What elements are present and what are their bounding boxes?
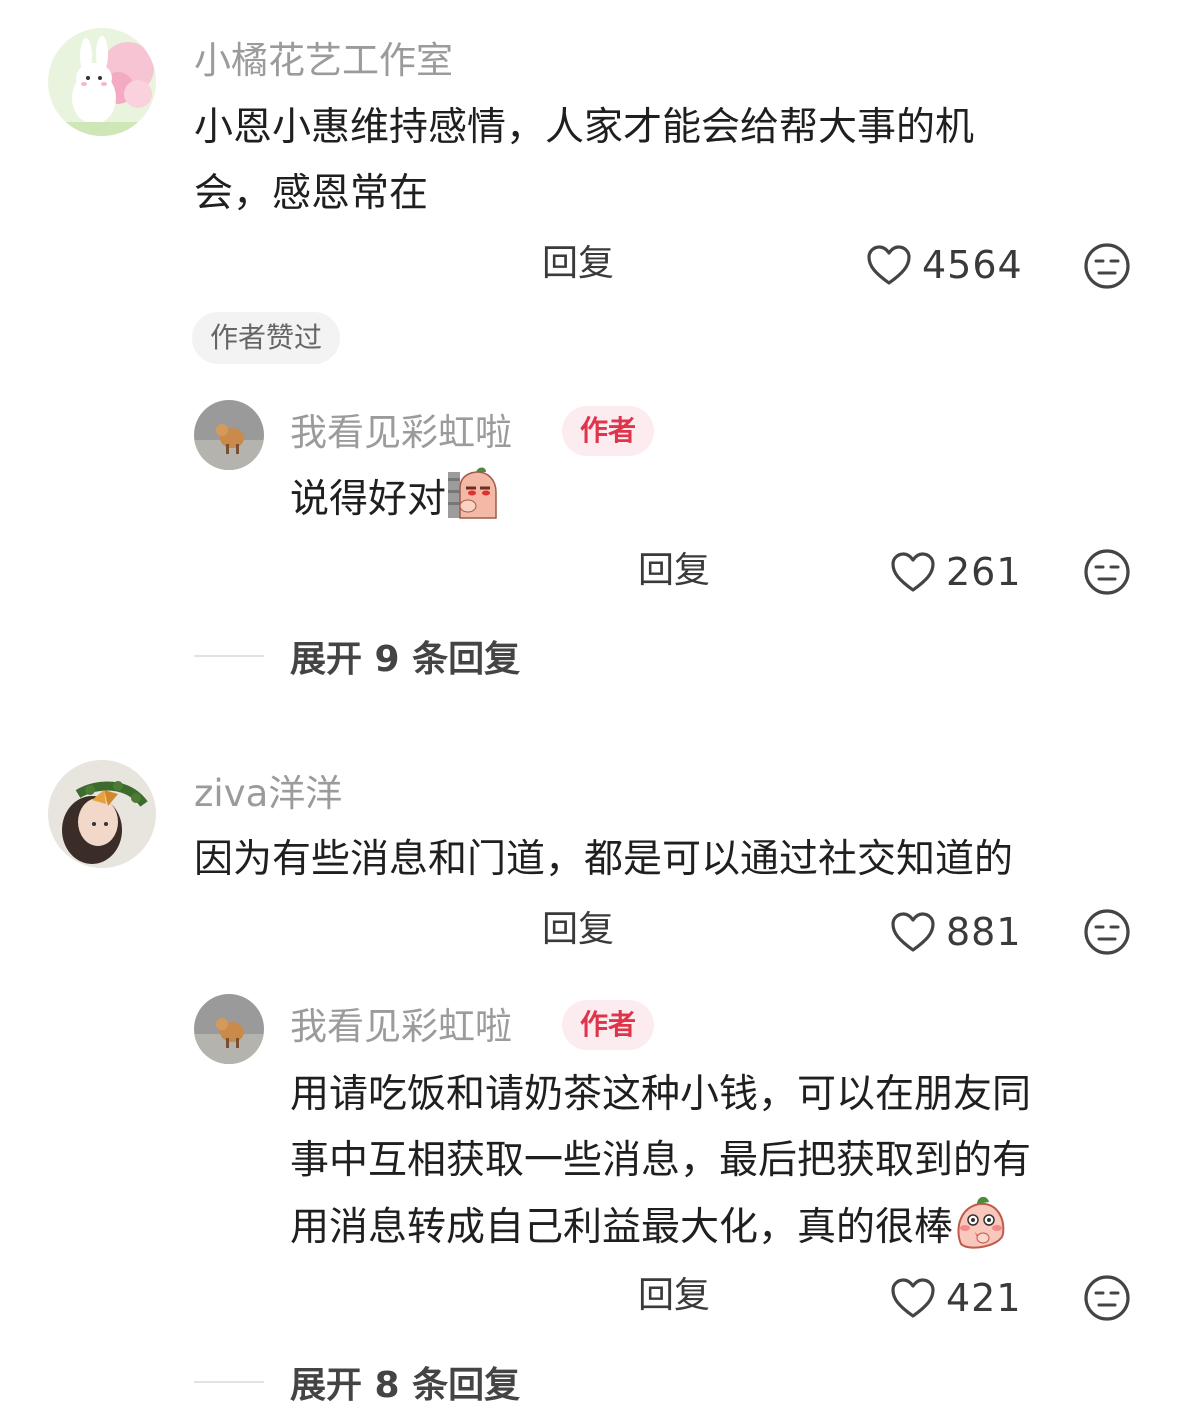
like-count: 881 — [946, 910, 1022, 954]
blushing-emoji — [953, 1194, 1007, 1250]
like-count: 4564 — [922, 243, 1023, 287]
bunny-flower-avatar-icon — [48, 28, 156, 136]
expand-replies[interactable]: 展开 8 条回复 — [194, 1356, 520, 1408]
peeking-emoji — [446, 466, 500, 522]
heart-outline-icon — [867, 245, 911, 285]
comment-username[interactable]: 小橘花艺工作室 — [194, 42, 453, 79]
girl-flower-crown-avatar-icon — [48, 760, 156, 868]
reply-button[interactable]: 回复 — [542, 912, 614, 948]
avatar-author[interactable] — [194, 994, 264, 1064]
reply-text-line: 事中互相获取一些消息，最后把获取到的有 — [290, 1138, 1032, 1183]
unamused-face-icon — [1084, 1275, 1130, 1321]
dislike-button[interactable] — [1083, 242, 1131, 290]
expand-replies[interactable]: 展开 9 条回复 — [194, 630, 520, 682]
comment-text-line: 因为有些消息和门道，都是可以通过社交知道的 — [194, 837, 1014, 882]
avatar-ziva[interactable] — [48, 760, 156, 868]
reply-text-line: 用消息转成自己利益最大化，真的很棒 — [290, 1205, 954, 1250]
dislike-button[interactable] — [1083, 548, 1131, 596]
reply-text-line: 用请吃饭和请奶茶这种小钱，可以在朋友同 — [290, 1072, 1032, 1117]
like-button[interactable]: 4564 — [866, 240, 1023, 290]
expand-replies-label: 展开 9 条回复 — [290, 639, 521, 680]
cat-photo-avatar-icon — [194, 994, 264, 1064]
like-button[interactable]: 881 — [890, 907, 1022, 957]
expand-divider — [194, 655, 264, 657]
comment-username[interactable]: ziva洋洋 — [194, 775, 342, 812]
comment-text-line: 小恩小惠维持感情，人家才能会给帮大事的机 — [194, 105, 975, 150]
comment-text: 因为有些消息和门道，都是可以通过社交知道的 — [194, 827, 1013, 893]
reply-text-content: 说得好对 — [290, 477, 447, 522]
reply-text-line-last: 用消息转成自己利益最大化，真的很棒 — [290, 1194, 1031, 1261]
expand-divider — [194, 1381, 264, 1383]
reply-text: 用请吃饭和请奶茶这种小钱，可以在朋友同 事中互相获取一些消息，最后把获取到的有 … — [290, 1062, 1031, 1261]
heart-outline-icon — [891, 1278, 935, 1318]
unamused-face-icon — [1084, 909, 1130, 955]
reply-button[interactable]: 回复 — [638, 553, 710, 589]
cat-photo-avatar-icon — [194, 400, 264, 470]
like-button[interactable]: 261 — [890, 547, 1022, 597]
avatar-author[interactable] — [194, 400, 264, 470]
author-badge: 作者 — [562, 406, 655, 456]
comment-2: ziva洋洋 因为有些消息和门道，都是可以通过社交知道的 回复 881 我看见彩… — [0, 720, 1178, 1423]
reply-button[interactable]: 回复 — [542, 246, 614, 282]
comment-text: 小恩小惠维持感情，人家才能会给帮大事的机 会，感恩常在 — [194, 95, 974, 227]
dislike-button[interactable] — [1083, 908, 1131, 956]
comment-text-line: 会，感恩常在 — [194, 171, 429, 216]
like-count: 421 — [946, 1276, 1022, 1320]
heart-outline-icon — [891, 912, 935, 952]
reply-username[interactable]: 我看见彩虹啦 — [290, 414, 512, 451]
unamused-face-icon — [1084, 549, 1130, 595]
author-badge: 作者 — [562, 1000, 655, 1050]
unamused-face-icon — [1084, 243, 1130, 289]
reply-username[interactable]: 我看见彩虹啦 — [290, 1008, 512, 1045]
dislike-button[interactable] — [1083, 1274, 1131, 1322]
comment-1: 小橘花艺工作室 小恩小惠维持感情，人家才能会给帮大事的机 会，感恩常在 回复 4… — [0, 0, 1178, 690]
reply-button[interactable]: 回复 — [638, 1278, 710, 1314]
like-button[interactable]: 421 — [890, 1273, 1022, 1323]
reply-text: 说得好对 — [290, 466, 500, 533]
heart-outline-icon — [891, 552, 935, 592]
author-liked-tag: 作者赞过 — [192, 312, 341, 364]
avatar-xiaoju[interactable] — [48, 28, 156, 136]
like-count: 261 — [946, 550, 1022, 594]
expand-replies-label: 展开 8 条回复 — [290, 1365, 521, 1406]
